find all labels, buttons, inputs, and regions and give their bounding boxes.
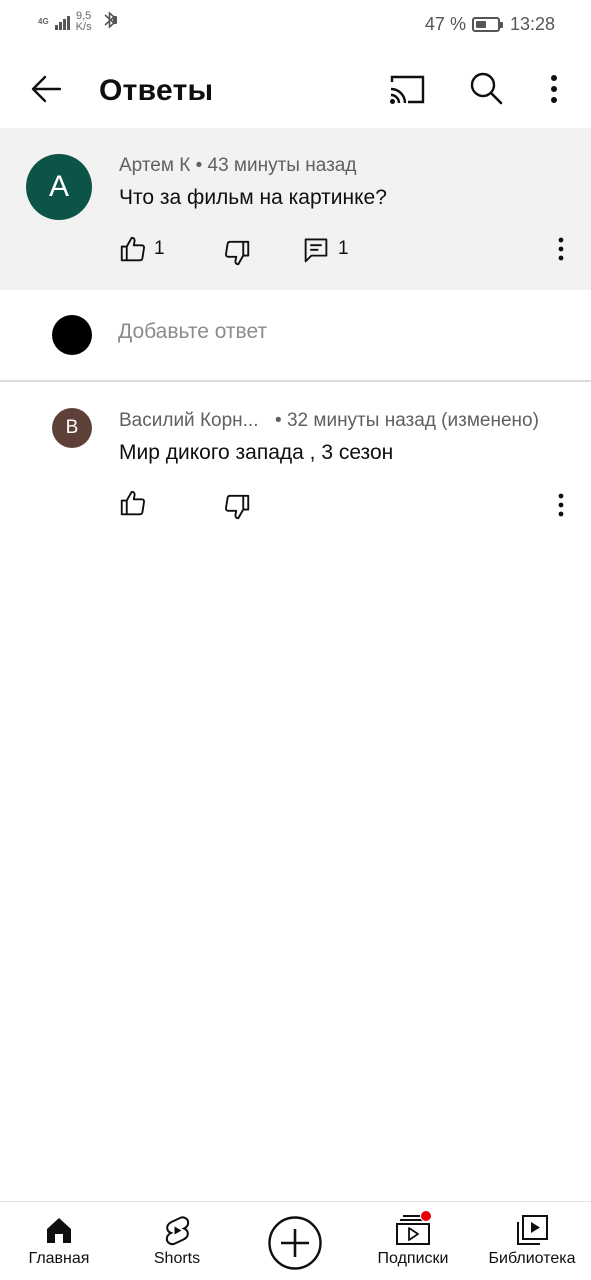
signal-icon <box>54 14 70 30</box>
notification-badge <box>420 1210 432 1222</box>
reply-count: 1 <box>338 238 349 259</box>
reply-time: • 32 минуты назад (изменено) <box>275 410 539 431</box>
reply-author[interactable]: Василий Корн... <box>119 410 258 431</box>
like-button[interactable] <box>118 234 148 264</box>
nav-subscriptions[interactable]: Подписки <box>364 1202 462 1280</box>
comment-options-button[interactable] <box>551 234 571 264</box>
network-type: 4G <box>38 17 49 26</box>
nav-home[interactable]: Главная <box>10 1202 108 1280</box>
clock: 13:28 <box>509 14 555 34</box>
reply-button[interactable] <box>302 236 332 266</box>
nav-label: Подписки <box>377 1250 449 1267</box>
back-arrow-icon[interactable] <box>26 70 66 110</box>
nav-label: Библиотека <box>488 1250 576 1267</box>
more-vert-icon <box>558 493 564 517</box>
library-icon <box>517 1215 548 1245</box>
nav-library[interactable]: Библиотека <box>482 1202 582 1280</box>
create-plus-icon <box>268 1216 322 1270</box>
nav-create[interactable] <box>246 1202 344 1280</box>
comment-author[interactable]: Артем К <box>119 155 190 176</box>
more-vert-icon[interactable] <box>540 72 568 108</box>
thumb-up-icon <box>120 236 145 262</box>
nav-label: Главная <box>28 1250 90 1267</box>
cast-icon[interactable] <box>386 70 428 110</box>
status-bar: 4G 9,5 K/s 47 % 13:28 <box>0 0 591 50</box>
speed-unit: K/s <box>75 21 92 33</box>
more-vert-icon <box>558 237 564 261</box>
thumb-down-icon <box>225 240 250 266</box>
app-bar: Ответы <box>0 50 591 128</box>
avatar[interactable]: В <box>52 408 92 448</box>
dislike-button[interactable] <box>222 492 252 522</box>
battery-icon <box>471 17 503 32</box>
thumb-up-icon <box>120 490 145 516</box>
dislike-button[interactable] <box>222 238 252 268</box>
comment-icon <box>304 238 328 263</box>
comment-meta: Артем К • 43 минуты назад <box>119 155 356 177</box>
status-left: 4G 9,5 K/s <box>38 10 118 34</box>
meta-separator: • <box>195 155 208 176</box>
thumb-down-icon <box>225 494 250 520</box>
reply-meta: Василий Корн... • 32 минуты назад (измен… <box>119 410 539 432</box>
comment-time: 43 минуты назад <box>207 155 357 176</box>
avatar[interactable]: А <box>26 154 92 220</box>
network-speed: 9,5 K/s <box>76 11 92 33</box>
bluetooth-icon <box>102 10 118 34</box>
bottom-nav: Главная Shorts Подписки Библиотека <box>0 1201 591 1280</box>
search-icon[interactable] <box>466 68 506 108</box>
like-button[interactable] <box>118 488 148 518</box>
comment-text: Что за фильм на картинке? <box>119 186 387 209</box>
battery-percent: 47 % <box>424 14 466 34</box>
like-count: 1 <box>154 238 165 259</box>
status-right: 47 % 13:28 <box>425 14 555 35</box>
reply-options-button[interactable] <box>551 490 571 520</box>
reply-input[interactable] <box>118 320 558 344</box>
add-reply-row <box>0 290 591 382</box>
page-title: Ответы <box>99 74 214 107</box>
home-icon <box>47 1218 71 1243</box>
reply-text: Мир дикого запада , 3 сезон <box>119 441 394 464</box>
my-avatar <box>52 315 92 355</box>
shorts-icon <box>165 1216 190 1246</box>
parent-comment: А Артем К • 43 минуты назад Что за фильм… <box>0 128 591 290</box>
nav-shorts[interactable]: Shorts <box>128 1202 226 1280</box>
nav-label: Shorts <box>153 1250 201 1267</box>
